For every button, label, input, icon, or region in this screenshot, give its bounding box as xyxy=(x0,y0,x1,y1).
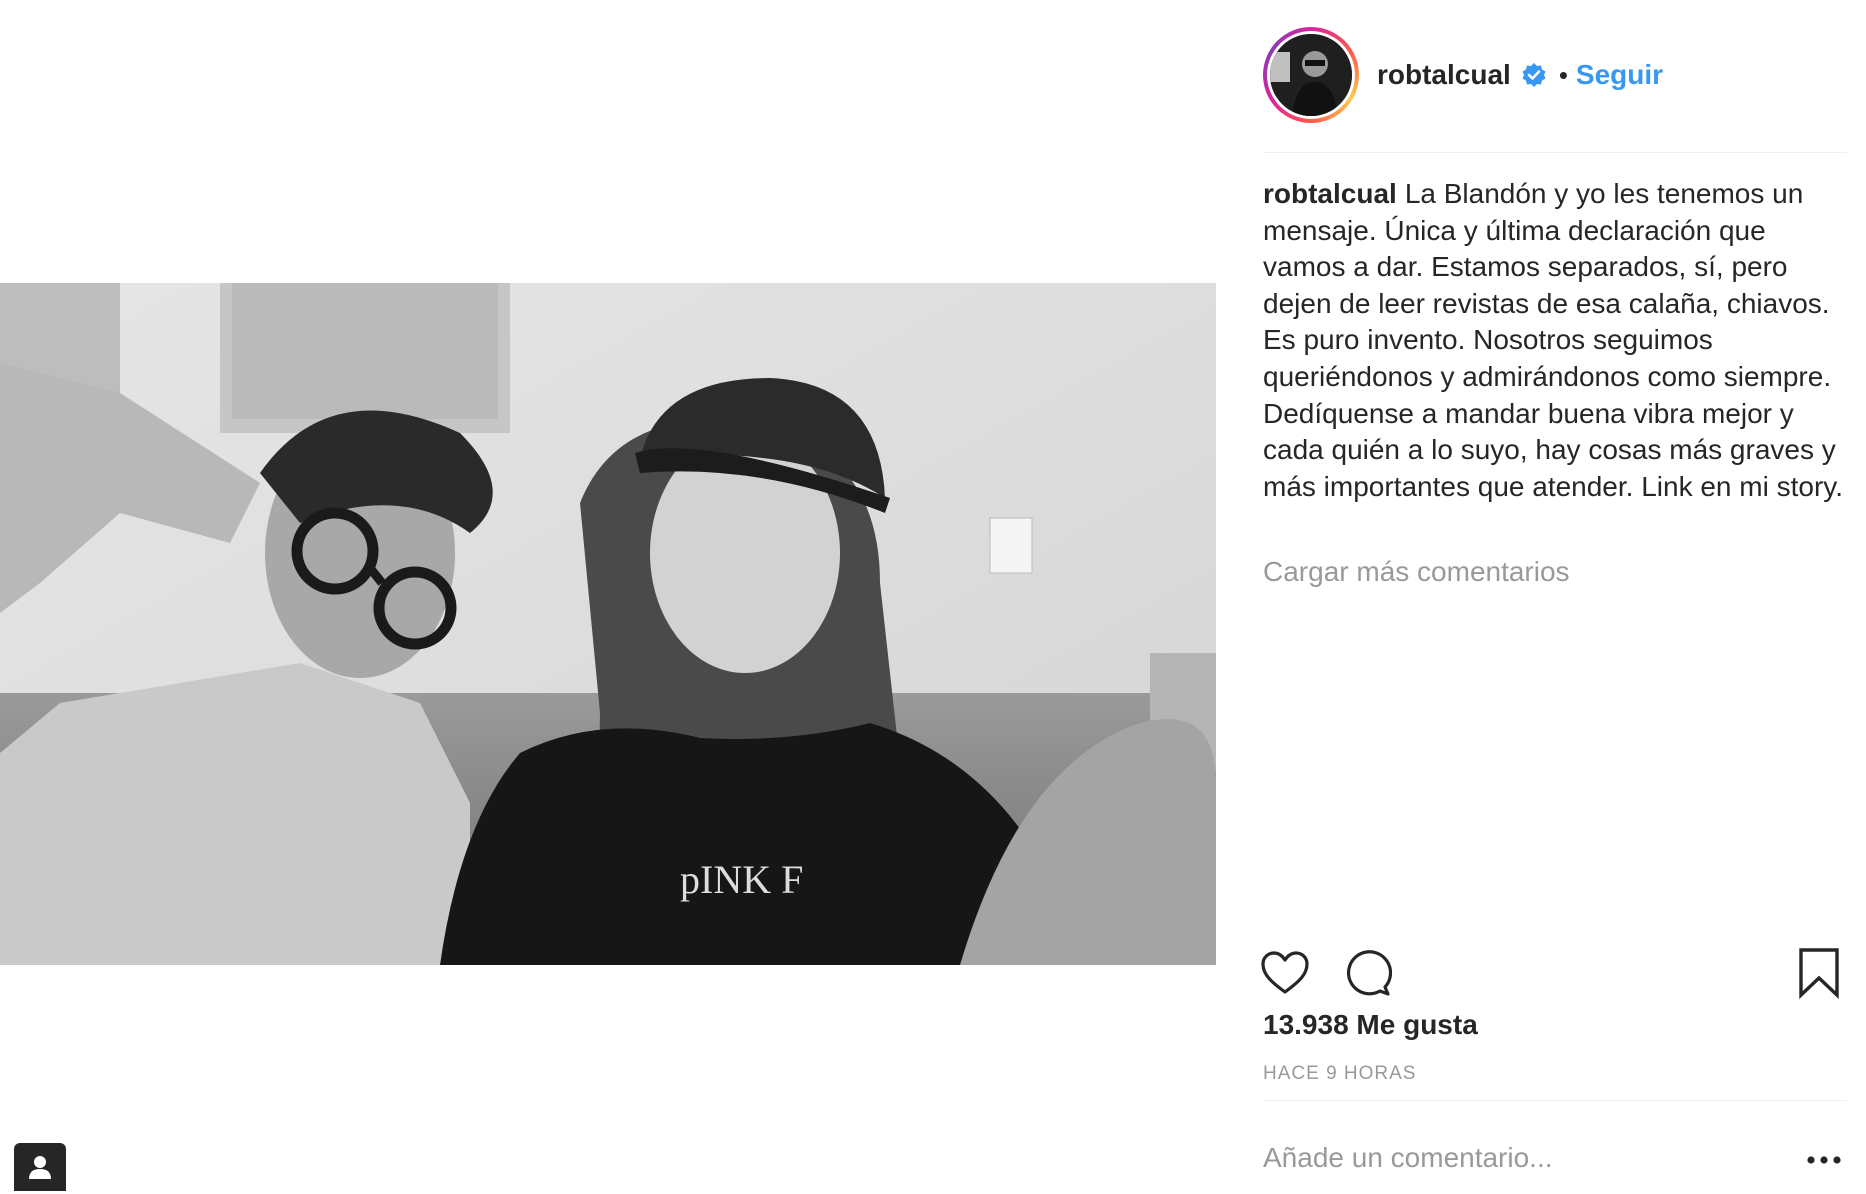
avatar-image xyxy=(1270,34,1352,116)
post-caption: robtalcual La Blandón y yo les tenemos un… xyxy=(1263,176,1847,505)
person-icon xyxy=(29,1156,51,1179)
avatar xyxy=(1270,34,1352,116)
save-button[interactable] xyxy=(1791,945,1847,1001)
post-timestamp[interactable]: HACE 9 HORAS xyxy=(1263,1063,1416,1085)
comment-bubble-icon xyxy=(1347,950,1392,996)
load-more-comments-link[interactable]: Cargar más comentarios xyxy=(1263,556,1570,588)
post-side-panel: robtalcual • Seguir robtalcual La Blandón… xyxy=(1261,0,1847,1194)
tag-people-button[interactable] xyxy=(14,1143,66,1191)
header-separator: • xyxy=(1558,59,1568,90)
like-button[interactable] xyxy=(1257,945,1313,1001)
more-options-button[interactable] xyxy=(1801,1142,1847,1178)
media-pane: pINK F xyxy=(0,0,1216,1194)
post-actions xyxy=(1261,945,1847,1001)
likes-count[interactable]: 13.938 Me gusta xyxy=(1263,1009,1478,1041)
verified-badge-icon xyxy=(1521,62,1547,88)
heart-icon xyxy=(1261,951,1309,994)
svg-text:pINK F: pINK F xyxy=(680,857,803,902)
caption-username-link[interactable]: robtalcual xyxy=(1263,178,1397,209)
follow-button[interactable]: Seguir xyxy=(1576,59,1663,91)
post-header: robtalcual • Seguir xyxy=(1263,25,1847,125)
ellipsis-icon xyxy=(1807,1156,1841,1164)
comment-divider xyxy=(1263,1100,1847,1101)
post-photo[interactable]: pINK F xyxy=(0,283,1216,965)
username-link[interactable]: robtalcual xyxy=(1377,59,1511,91)
comment-input[interactable] xyxy=(1263,1138,1743,1178)
caption-text: La Blandón y yo les tenemos un mensaje. … xyxy=(1263,178,1843,502)
avatar-story-ring[interactable] xyxy=(1263,27,1359,123)
comment-button[interactable] xyxy=(1339,945,1395,1001)
bookmark-icon xyxy=(1799,948,1839,999)
header-divider xyxy=(1263,152,1847,153)
avatar-ring-gap xyxy=(1267,31,1355,119)
post-photo-image: pINK F xyxy=(0,283,1216,965)
